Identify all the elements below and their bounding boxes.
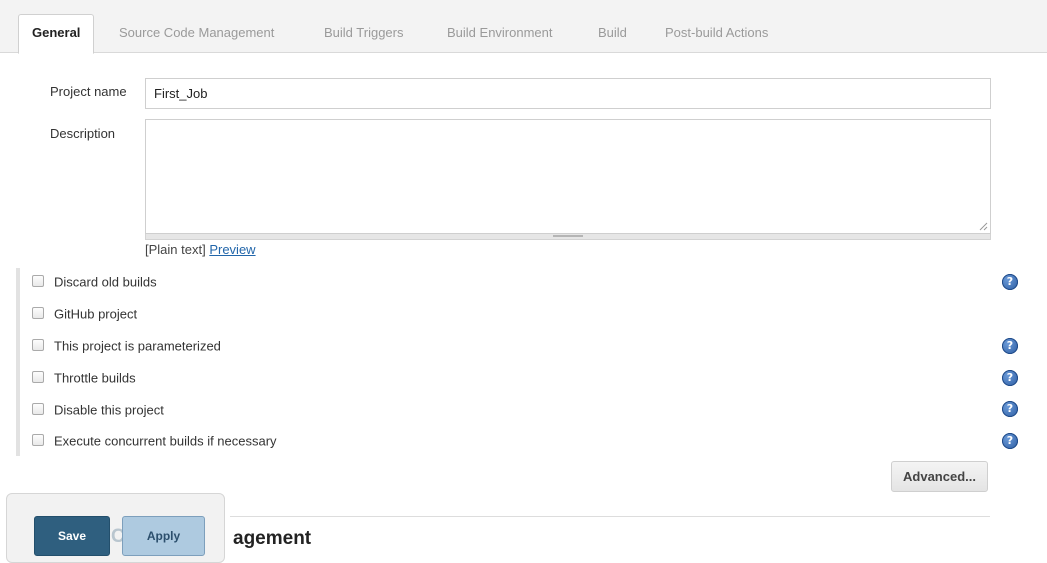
help-icon[interactable]: ? [1002, 338, 1018, 354]
description-label: Description [50, 126, 116, 141]
option-label: Execute concurrent builds if necessary [54, 433, 277, 449]
tab-build[interactable]: Build [598, 20, 627, 46]
throttle-builds-checkbox[interactable] [32, 370, 44, 383]
help-icon[interactable]: ? [1002, 433, 1018, 449]
option-disable-project[interactable]: Disable this project [32, 400, 164, 420]
help-icon[interactable]: ? [1002, 401, 1018, 417]
save-button[interactable]: Save [34, 516, 110, 556]
description-textarea[interactable] [145, 119, 991, 234]
option-parameterized[interactable]: This project is parameterized [32, 336, 221, 356]
discard-old-builds-checkbox[interactable] [32, 274, 44, 287]
option-label: Discard old builds [54, 274, 157, 290]
tab-post-build-actions[interactable]: Post-build Actions [665, 20, 768, 46]
section-title-source-code-management: agement [233, 528, 312, 549]
option-label: Disable this project [54, 402, 164, 418]
concurrent-builds-checkbox[interactable] [32, 433, 44, 446]
section-divider [230, 516, 990, 517]
resize-handle-icon[interactable] [978, 221, 988, 231]
tab-general[interactable]: General [18, 14, 95, 54]
option-label: This project is parameterized [54, 338, 221, 354]
option-concurrent-builds[interactable]: Execute concurrent builds if necessary [32, 431, 277, 451]
config-tab-bar: General Source Code Management Build Tri… [0, 0, 1047, 54]
apply-button[interactable]: Apply [122, 516, 205, 556]
option-label: Throttle builds [54, 370, 136, 386]
help-icon[interactable]: ? [1002, 370, 1018, 386]
disable-project-checkbox[interactable] [32, 402, 44, 415]
plain-text-label: [Plain text] [145, 242, 206, 257]
github-project-checkbox[interactable] [32, 306, 44, 319]
options-section-bar [16, 268, 20, 456]
textarea-preview-bar[interactable] [145, 234, 991, 240]
preview-link[interactable]: Preview [209, 242, 255, 257]
option-label: GitHub project [54, 306, 138, 322]
project-name-input[interactable] [145, 78, 991, 109]
parameterized-checkbox[interactable] [32, 338, 44, 351]
tab-build-triggers[interactable]: Build Triggers [324, 20, 403, 46]
option-discard-old-builds[interactable]: Discard old builds [32, 272, 157, 292]
tab-build-environment[interactable]: Build Environment [447, 20, 553, 46]
project-name-label: Project name [50, 84, 127, 99]
markup-hint: [Plain text] Preview [145, 242, 256, 257]
help-icon[interactable]: ? [1002, 274, 1018, 290]
option-github-project[interactable]: GitHub project [32, 304, 137, 324]
option-throttle-builds[interactable]: Throttle builds [32, 368, 136, 388]
tab-source-code-management[interactable]: Source Code Management [119, 20, 274, 46]
advanced-button[interactable]: Advanced... [891, 461, 988, 492]
